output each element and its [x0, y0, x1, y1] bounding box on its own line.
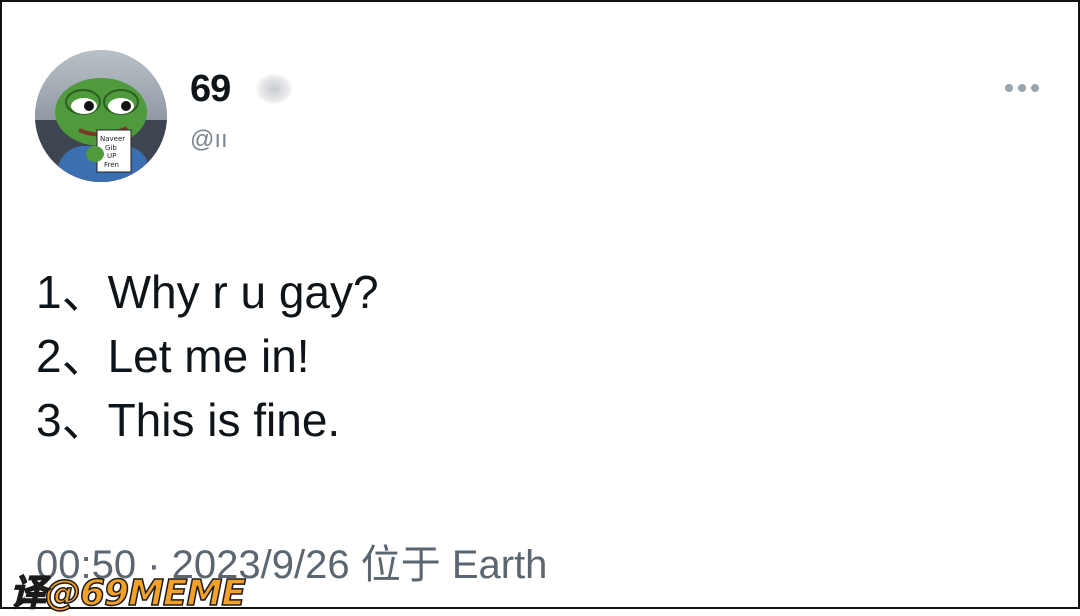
- sign-text-1: Naveer: [100, 135, 125, 143]
- more-horizontal-icon-dot: [1018, 84, 1026, 92]
- tweet-text: 1、Why r u gay? 2、Let me in! 3、This is fi…: [36, 260, 379, 452]
- more-options-button[interactable]: [998, 74, 1046, 102]
- user-handle[interactable]: @ıı: [190, 126, 228, 154]
- sign-text-4: Fren: [104, 161, 119, 169]
- tweet-line: 3、This is fine.: [36, 394, 341, 446]
- sign-text-3: UP: [107, 152, 116, 160]
- display-name[interactable]: 69: [190, 68, 231, 111]
- redacted-name-blur: [256, 74, 292, 104]
- sign-text-2: Gib: [105, 144, 117, 152]
- avatar[interactable]: Naveer Gib UP Fren: [35, 50, 167, 182]
- tweet-card: Naveer Gib UP Fren 69 @ıı 1、Why r u gay?…: [0, 0, 1080, 615]
- watermark: 译@69MEME: [9, 572, 246, 615]
- pepe-avatar-image: Naveer Gib UP Fren: [35, 50, 167, 182]
- more-horizontal-icon-dot: [1031, 84, 1039, 92]
- more-horizontal-icon: [1005, 84, 1013, 92]
- tweet-line: 2、Let me in!: [36, 330, 310, 382]
- tweet-line: 1、Why r u gay?: [36, 266, 379, 318]
